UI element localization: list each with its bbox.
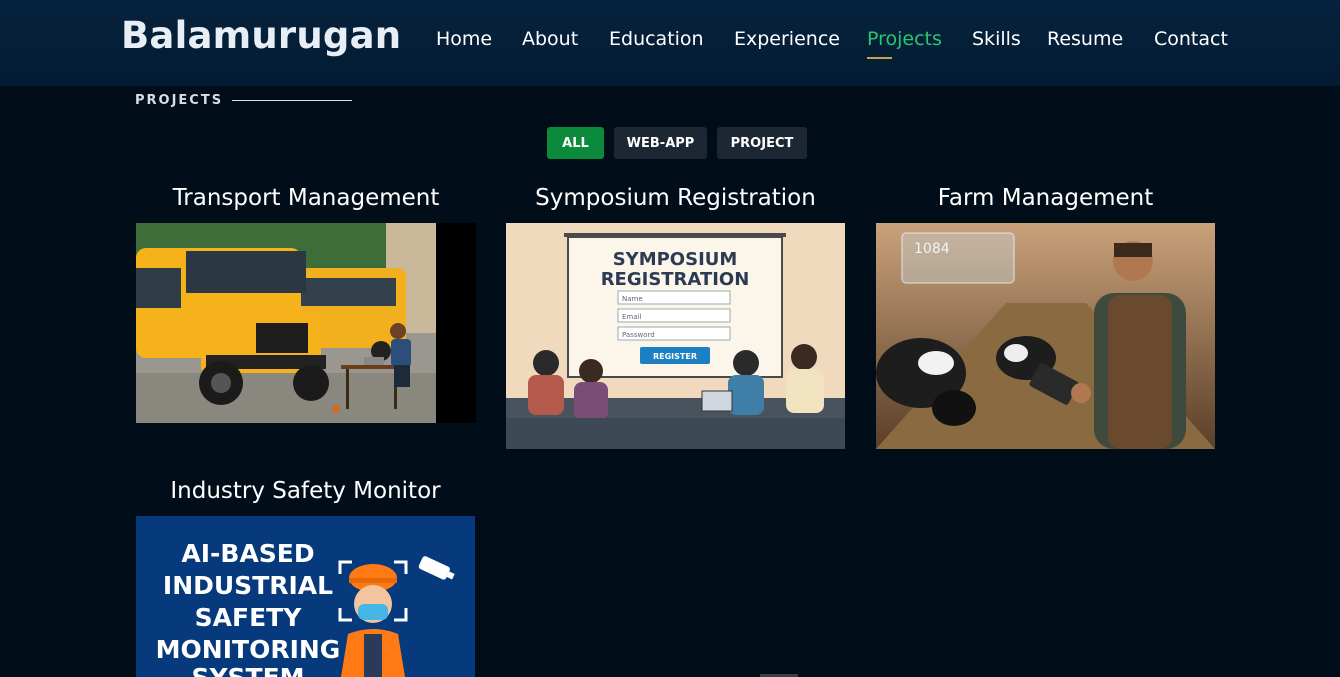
nav-resume[interactable]: Resume: [1047, 28, 1123, 50]
brand-logo[interactable]: Balamurugan: [121, 14, 401, 57]
filter-all[interactable]: ALL: [547, 127, 604, 159]
nav-skills[interactable]: Skills: [972, 28, 1021, 50]
image-line-2: INDUSTRIAL: [163, 571, 333, 600]
school-bus-illustration: [136, 223, 436, 423]
top-navbar: Balamurugan Home About Education Experie…: [0, 0, 1340, 86]
project-image-transport[interactable]: [136, 223, 476, 423]
image-heading-2: REGISTRATION: [601, 269, 750, 290]
project-title-safety[interactable]: Industry Safety Monitor: [136, 478, 475, 504]
image-field-3: Password: [622, 331, 655, 339]
section-title: PROJECTS: [135, 93, 224, 108]
nav-contact[interactable]: Contact: [1154, 28, 1228, 50]
image-field-2: Email: [622, 313, 641, 321]
farm-illustration: 1084: [876, 223, 1215, 449]
project-title-symposium[interactable]: Symposium Registration: [506, 185, 845, 211]
image-heading-1: SYMPOSIUM: [613, 249, 738, 270]
nav-experience[interactable]: Experience: [734, 28, 840, 50]
image-line-1: AI-BASED: [181, 539, 314, 568]
project-image-farm[interactable]: 1084: [876, 223, 1215, 449]
section-title-line: [232, 100, 352, 101]
image-line-5: SYSTEM: [191, 663, 304, 677]
image-line-3: SAFETY: [195, 603, 303, 632]
project-image-safety[interactable]: AI-BASED INDUSTRIAL SAFETY MONITORING SY…: [136, 516, 475, 677]
nav-projects[interactable]: Projects: [867, 28, 942, 50]
image-register-button: REGISTER: [653, 352, 697, 361]
filter-project[interactable]: PROJECT: [717, 127, 807, 159]
nav-about[interactable]: About: [522, 28, 578, 50]
image-line-4: MONITORING: [156, 635, 341, 664]
project-title-farm[interactable]: Farm Management: [876, 185, 1215, 211]
active-nav-underline: [867, 57, 892, 59]
filter-web-app[interactable]: WEB-APP: [614, 127, 707, 159]
image-counter: 1084: [914, 241, 950, 257]
image-field-1: Name: [622, 295, 643, 303]
project-image-symposium[interactable]: SYMPOSIUM REGISTRATION Name Email Passwo…: [506, 223, 845, 449]
nav-education[interactable]: Education: [609, 28, 704, 50]
symposium-illustration: SYMPOSIUM REGISTRATION Name Email Passwo…: [506, 223, 845, 449]
safety-illustration: AI-BASED INDUSTRIAL SAFETY MONITORING SY…: [136, 516, 475, 677]
nav-home[interactable]: Home: [436, 28, 492, 50]
project-title-transport[interactable]: Transport Management: [136, 185, 476, 211]
